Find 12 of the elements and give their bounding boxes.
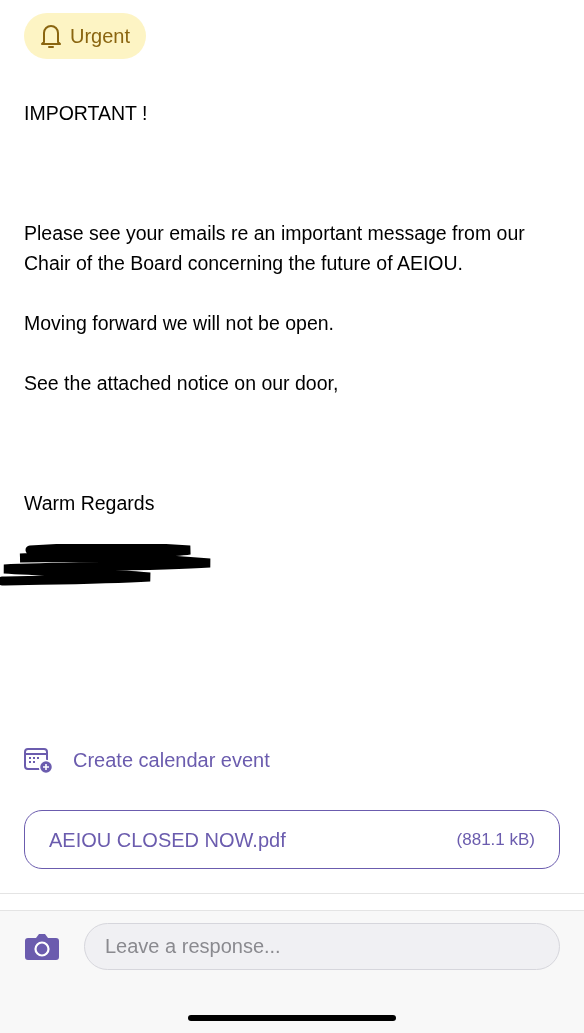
attachment-button[interactable]: AEIOU CLOSED NOW.pdf (881.1 kB)	[24, 810, 560, 869]
create-calendar-event-link[interactable]: Create calendar event	[24, 745, 560, 775]
message-paragraph: Moving forward we will not be open.	[24, 311, 335, 336]
camera-icon[interactable]	[24, 933, 60, 961]
calendar-add-icon	[24, 746, 53, 774]
badge-label: Urgent	[70, 24, 131, 49]
bell-icon	[40, 23, 62, 49]
message-paragraph: Please see your emails re an important message from our Chair of the Board concerning the future of AEIOU.	[24, 221, 526, 276]
message-paragraph: Warm Regards	[24, 491, 156, 516]
message-paragraph: See the attached notice on our door,	[24, 371, 340, 396]
message-paragraph: IMPORTANT !	[24, 101, 149, 126]
response-field[interactable]: Leave a response...	[84, 923, 560, 970]
